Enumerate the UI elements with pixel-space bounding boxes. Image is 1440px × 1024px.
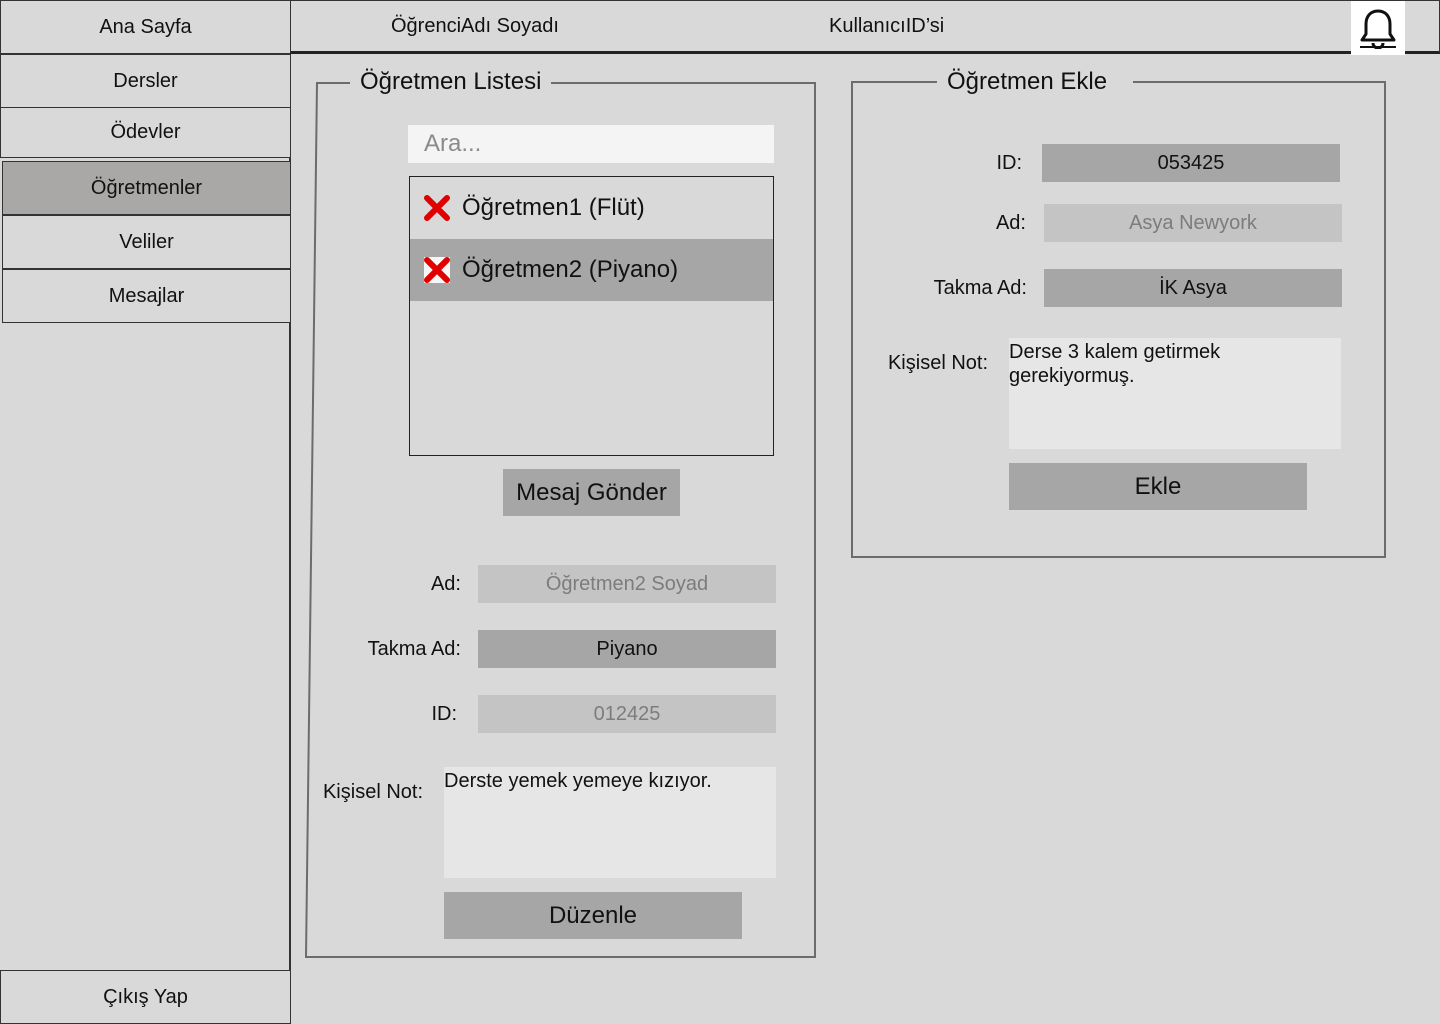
name-label: Ad: xyxy=(430,573,461,595)
nav-item-ogretmenler[interactable]: Öğretmenler xyxy=(2,161,291,215)
note-label: Kişisel Not: xyxy=(322,781,423,803)
nav-item-veliler[interactable]: Veliler xyxy=(2,215,291,269)
delete-x-icon[interactable] xyxy=(424,257,450,283)
top-bar: ÖğrenciAdı Soyadı KullanıcıID’si xyxy=(290,0,1440,55)
list-item-label: Öğretmen2 (Piyano) xyxy=(462,256,679,283)
send-message-button[interactable]: Mesaj Gönder xyxy=(503,469,680,516)
nav-item-mesajlar[interactable]: Mesajlar xyxy=(2,269,291,323)
logout-button[interactable]: Çıkış Yap xyxy=(0,970,291,1024)
sidebar: Ana Sayfa Dersler Ödevler Öğretmenler Ve… xyxy=(0,0,291,1024)
name-field[interactable]: Öğretmen2 Soyad xyxy=(478,565,776,603)
add-nickname-label: Takma Ad: xyxy=(933,277,1027,299)
list-item-selected[interactable]: Öğretmen2 (Piyano) xyxy=(410,239,773,301)
add-id-label: ID: xyxy=(996,152,1022,174)
teacher-list: Öğretmen1 (Flüt) Öğretmen2 (Piyano) xyxy=(409,176,774,456)
list-item-label: Öğretmen1 (Flüt) xyxy=(462,194,645,221)
nav-home-button[interactable]: Ana Sayfa xyxy=(0,0,291,54)
edit-button[interactable]: Düzenle xyxy=(444,892,742,939)
search-input[interactable]: Ara... xyxy=(408,125,774,163)
teacher-list-title: Öğretmen Listesi xyxy=(350,67,552,97)
bell-icon[interactable] xyxy=(1351,1,1405,55)
add-teacher-title: Öğretmen Ekle xyxy=(937,67,1134,97)
nav-item-dersler[interactable]: Dersler xyxy=(0,54,291,108)
add-note-label: Kişisel Not: xyxy=(887,352,988,374)
add-note-textarea[interactable]: Derse 3 kalem getirmek gerekiyormuş. xyxy=(1009,338,1341,449)
nickname-field[interactable]: Piyano xyxy=(478,630,776,668)
nickname-label: Takma Ad: xyxy=(367,638,461,660)
add-name-label: Ad: xyxy=(995,212,1026,234)
list-item[interactable]: Öğretmen1 (Flüt) xyxy=(410,177,773,239)
note-textarea[interactable]: Derste yemek yemeye kızıyor. xyxy=(444,767,776,878)
id-label: ID: xyxy=(431,703,457,725)
nav-item-odevler[interactable]: Ödevler xyxy=(0,107,291,158)
delete-x-icon[interactable] xyxy=(424,195,450,221)
user-id: KullanıcıID’si xyxy=(829,15,945,37)
id-field[interactable]: 012425 xyxy=(478,695,776,733)
add-nickname-field[interactable]: İK Asya xyxy=(1044,269,1342,307)
add-id-field[interactable]: 053425 xyxy=(1042,144,1340,182)
add-button[interactable]: Ekle xyxy=(1009,463,1307,510)
add-name-field[interactable]: Asya Newyork xyxy=(1044,204,1342,242)
student-name: ÖğrenciAdı Soyadı xyxy=(391,15,559,37)
